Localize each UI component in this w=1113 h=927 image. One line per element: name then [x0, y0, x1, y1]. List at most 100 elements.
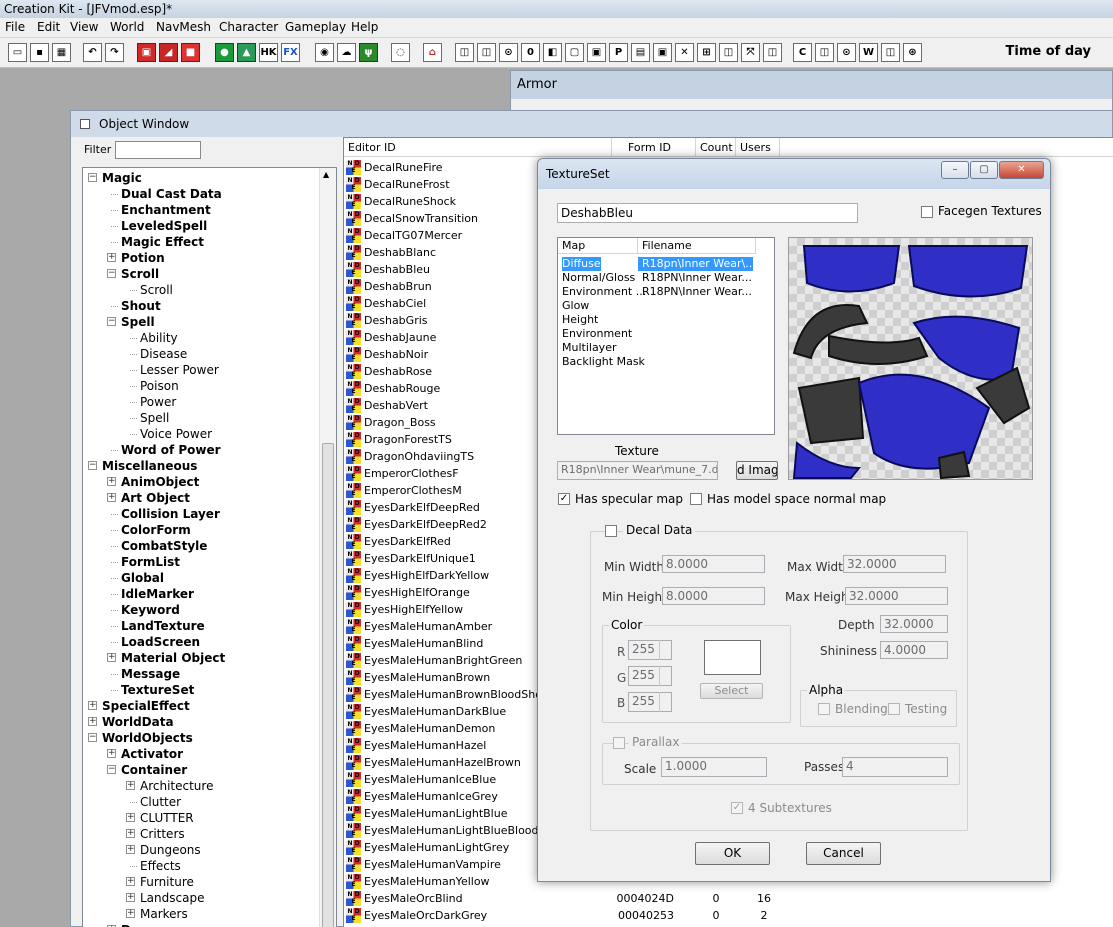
grass-icon[interactable]: ψ: [359, 43, 378, 62]
tree-item[interactable]: CombatStyle: [121, 538, 207, 554]
preferences-icon[interactable]: ▦: [52, 43, 71, 62]
texture-map-row[interactable]: Environment ... R18PN\Inner Wear...: [558, 285, 774, 299]
collapse-icon[interactable]: −: [88, 173, 97, 182]
has-specular-checkbox[interactable]: ✓: [558, 493, 570, 505]
expand-icon[interactable]: +: [126, 909, 135, 918]
tree-item[interactable]: Ability: [140, 330, 178, 346]
circle-marker-icon[interactable]: ⊙: [499, 43, 518, 62]
tree-item[interactable]: Global: [121, 570, 164, 586]
w-icon[interactable]: W: [859, 43, 878, 62]
edit-markers-icon[interactable]: ◢: [159, 43, 178, 62]
shininess-field[interactable]: 4.0000: [880, 641, 948, 659]
tree-item[interactable]: TextureSet: [121, 682, 194, 698]
cube-icon[interactable]: ◫: [455, 43, 474, 62]
parallax-checkbox[interactable]: [613, 737, 625, 749]
g-spinner[interactable]: [659, 666, 671, 686]
tree-item[interactable]: FormList: [121, 554, 180, 570]
tree-item[interactable]: CLUTTER: [140, 810, 194, 826]
cube-5-icon[interactable]: ◫: [881, 43, 900, 62]
red-marker-icon[interactable]: ◧: [543, 43, 562, 62]
expand-icon[interactable]: +: [107, 477, 116, 486]
select-color-button[interactable]: Select: [700, 683, 763, 699]
tree-item[interactable]: Architecture: [140, 778, 213, 794]
editor-id-field[interactable]: DeshabBleu: [557, 203, 858, 223]
col-users[interactable]: Users: [736, 138, 780, 157]
tree-item[interactable]: Power: [140, 394, 176, 410]
tree-item[interactable]: Shout: [121, 298, 161, 314]
min-width-field[interactable]: 8.0000: [662, 555, 765, 573]
cube-3-icon[interactable]: ◫: [719, 43, 738, 62]
light-bulb-icon[interactable]: ◉: [315, 43, 334, 62]
tree-item[interactable]: IdleMarker: [121, 586, 194, 602]
tree-item[interactable]: Scroll: [140, 282, 173, 298]
havok-icon[interactable]: HK: [259, 43, 278, 62]
tree-item[interactable]: Clutter: [140, 794, 181, 810]
expand-icon[interactable]: +: [126, 845, 135, 854]
max-height-field[interactable]: 32.0000: [845, 587, 948, 605]
collapse-icon[interactable]: −: [88, 733, 97, 742]
tree-item[interactable]: Landscape: [140, 890, 204, 906]
p-marker-icon[interactable]: P: [609, 43, 628, 62]
table-row[interactable]: N D E EyesMaleOrcBlind 0004024D 0 16: [344, 890, 1113, 907]
tree-item[interactable]: Container: [121, 762, 187, 778]
tree-item[interactable]: Dungeons: [140, 842, 201, 858]
col-form-id[interactable]: Form ID: [612, 138, 696, 157]
menu-help[interactable]: Help: [351, 20, 378, 34]
cancel-button[interactable]: Cancel: [806, 842, 881, 865]
max-width-field[interactable]: 32.0000: [843, 555, 946, 573]
object-tree[interactable]: Magic − Dual Cast Data Enchantment LeveledSp…: [82, 167, 337, 927]
min-height-field[interactable]: 8.0000: [662, 587, 765, 605]
cube-2-icon[interactable]: ◫: [477, 43, 496, 62]
scale-field[interactable]: 1.0000: [661, 757, 767, 777]
zero-marker-icon[interactable]: 0: [521, 43, 540, 62]
tree-item[interactable]: Door: [121, 922, 153, 927]
menu-character[interactable]: Character: [219, 20, 278, 34]
minimize-icon[interactable]: –: [941, 161, 969, 179]
circle-icon[interactable]: ⊙: [837, 43, 856, 62]
tree-item[interactable]: Markers: [140, 906, 188, 922]
scrollbar-thumb[interactable]: [322, 443, 334, 927]
depth-field[interactable]: 32.0000: [880, 615, 948, 633]
tree-item[interactable]: Potion: [121, 250, 165, 266]
expand-icon[interactable]: +: [107, 749, 116, 758]
facegen-textures-checkbox[interactable]: [921, 206, 933, 218]
table-row[interactable]: N D E EyesMaleOrcDarkGrey 00040253 0 2: [344, 907, 1113, 924]
texture-map-row[interactable]: Diffuse R18pn\Inner Wear\...: [558, 257, 774, 271]
maximize-icon[interactable]: ▢: [970, 161, 998, 179]
save-icon[interactable]: ▪: [30, 43, 49, 62]
texture-map-row[interactable]: Multilayer: [558, 341, 774, 355]
col-count[interactable]: Count: [696, 138, 736, 157]
texture-map-row[interactable]: Glow: [558, 299, 774, 313]
close-icon[interactable]: ✕: [999, 161, 1044, 179]
tree-item[interactable]: WorldObjects: [102, 730, 193, 746]
landscape-icon[interactable]: ●: [215, 43, 234, 62]
ok-button[interactable]: OK: [695, 842, 770, 865]
texture-map-row[interactable]: Normal/Gloss R18PN\Inner Wear...: [558, 271, 774, 285]
expand-icon[interactable]: +: [126, 813, 135, 822]
open-icon[interactable]: ▭: [8, 43, 27, 62]
menu-file[interactable]: File: [5, 20, 25, 34]
tree-scrollbar[interactable]: ▲: [319, 168, 336, 927]
arrows-icon[interactable]: ⤧: [741, 43, 760, 62]
tree-item[interactable]: Keyword: [121, 602, 180, 618]
undo-icon[interactable]: ↶: [83, 43, 102, 62]
tree-item[interactable]: Collision Layer: [121, 506, 220, 522]
tree-item[interactable]: Critters: [140, 826, 185, 842]
menu-view[interactable]: View: [70, 20, 98, 34]
expand-icon[interactable]: +: [107, 493, 116, 502]
textureset-dialog[interactable]: TextureSet – ▢ ✕ DeshabBleu Facegen Text…: [537, 158, 1051, 882]
tree-item[interactable]: Art Object: [121, 490, 190, 506]
passes-field[interactable]: 4: [842, 757, 948, 777]
tree-item[interactable]: Magic: [102, 170, 142, 186]
has-model-space-checkbox[interactable]: [690, 493, 702, 505]
color-swatch[interactable]: [704, 640, 761, 675]
sky-icon[interactable]: ☁: [337, 43, 356, 62]
tree-item[interactable]: Spell: [121, 314, 155, 330]
c-icon[interactable]: C: [793, 43, 812, 62]
navmesh-icon[interactable]: ⌂: [423, 43, 442, 62]
tree-item[interactable]: Dual Cast Data: [121, 186, 222, 202]
texture-path-field[interactable]: R18pn\Inner Wear\mune_7.dds: [557, 461, 718, 480]
tree-item[interactable]: Scroll: [121, 266, 159, 282]
expand-icon[interactable]: +: [107, 253, 116, 262]
expand-icon[interactable]: +: [88, 701, 97, 710]
